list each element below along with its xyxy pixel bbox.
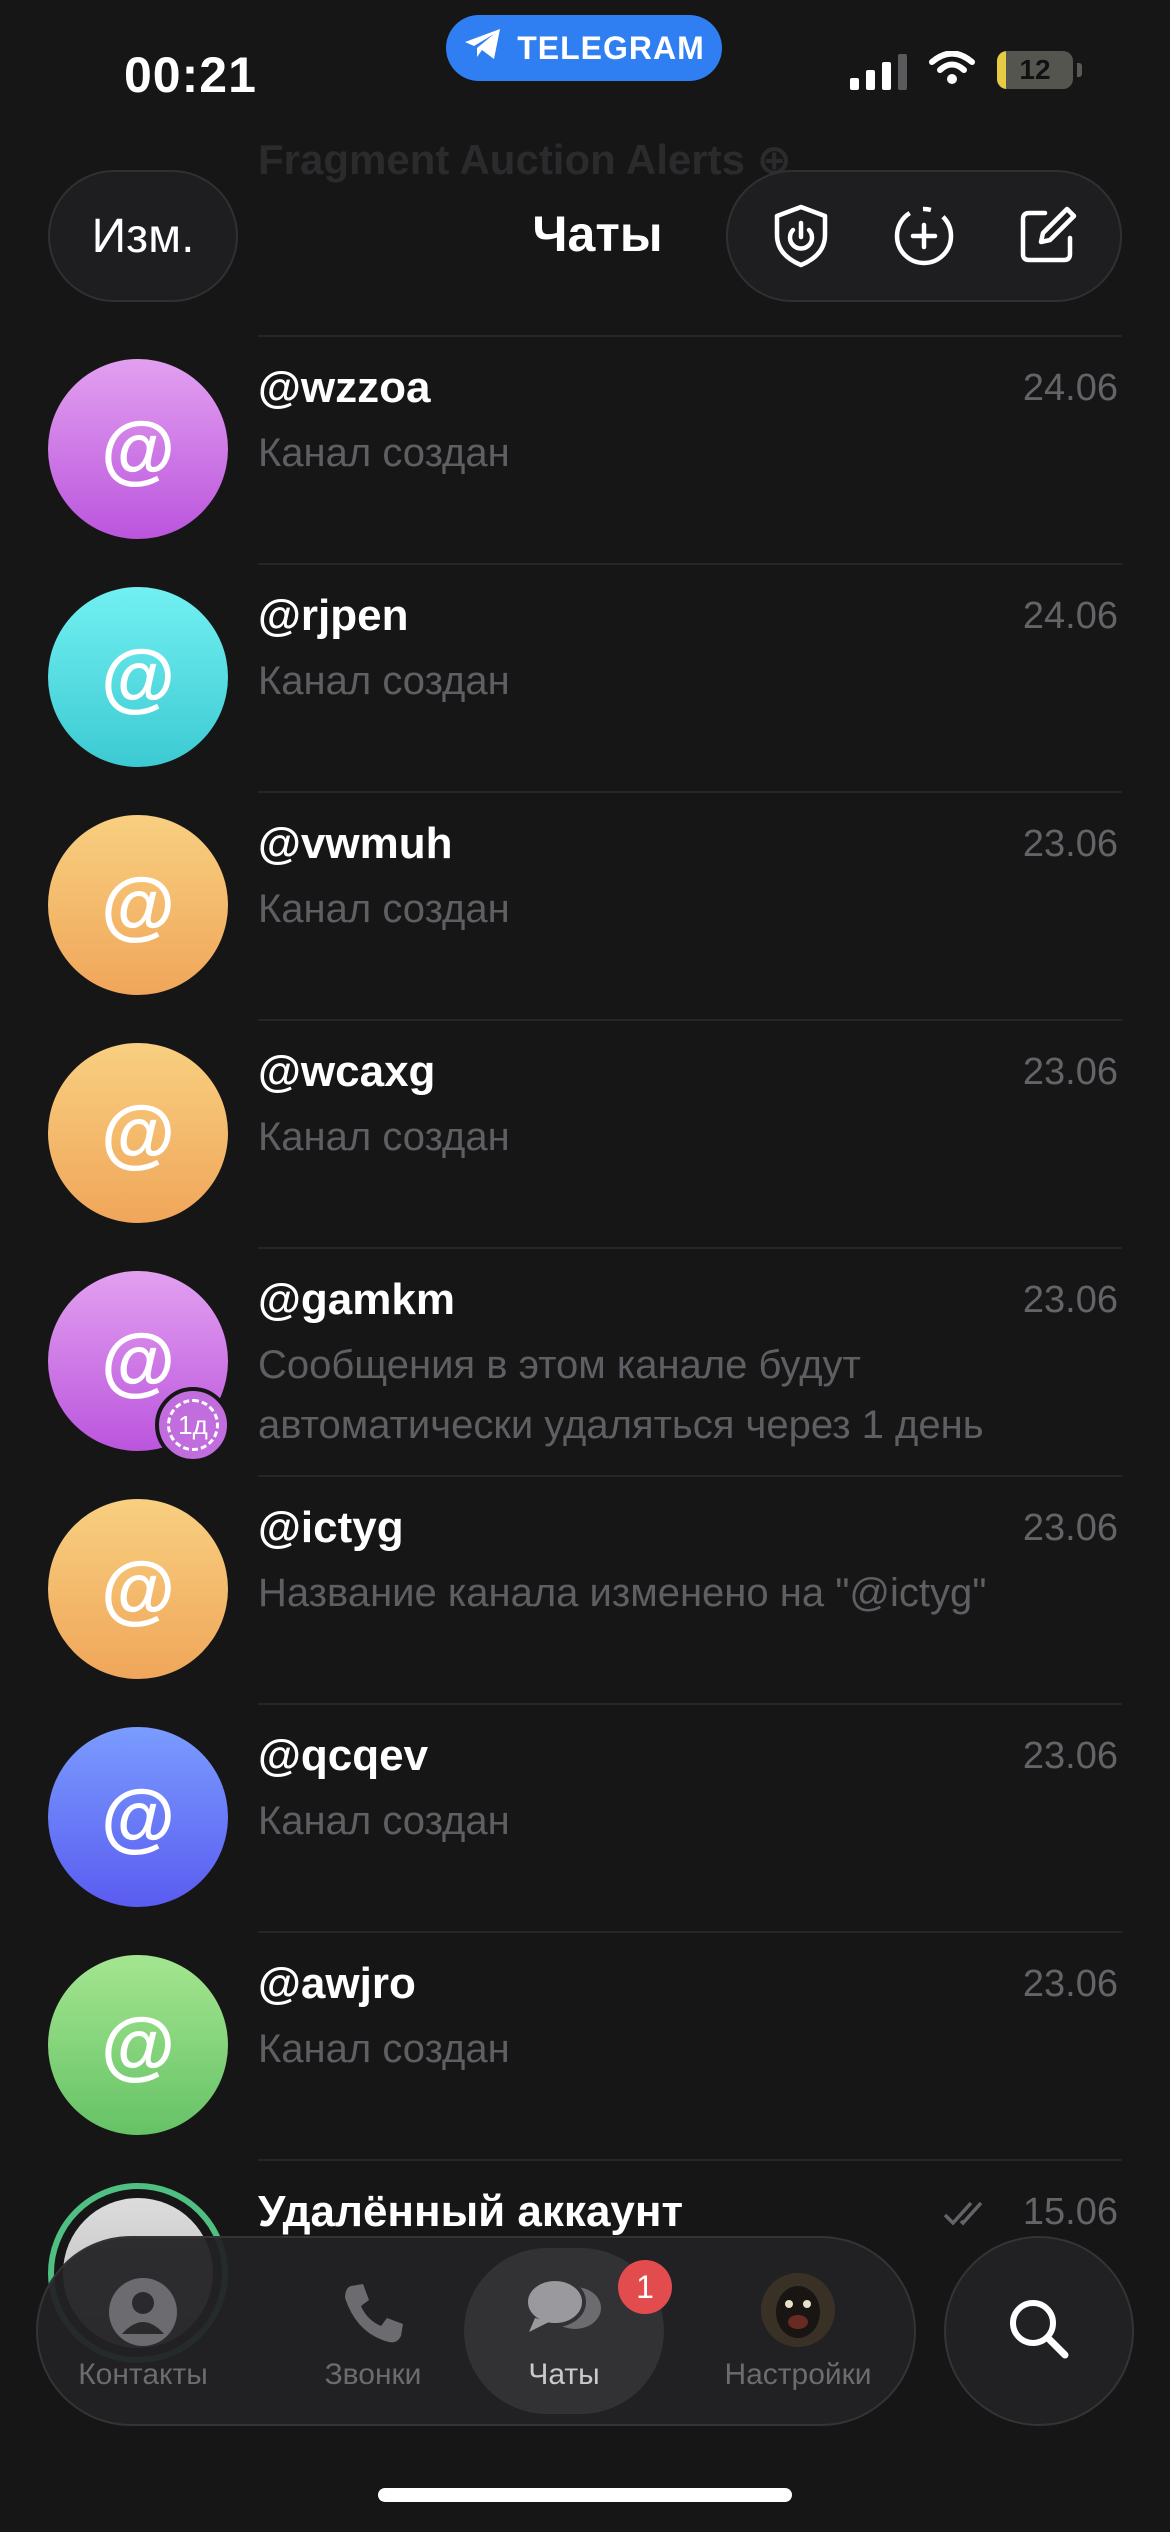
chat-preview: Сообщения в этом канале будут автоматиче… xyxy=(258,1343,984,1447)
chat-row[interactable]: @ @rjpen 24.06 Канал создан xyxy=(0,563,1170,791)
telegram-pill-label: TELEGRAM xyxy=(517,29,705,66)
at-sign-glyph: @ xyxy=(100,1546,176,1632)
at-sign-glyph: @ xyxy=(100,406,176,492)
battery-percent: 12 xyxy=(1019,54,1051,85)
wifi-icon xyxy=(929,50,975,90)
profile-avatar xyxy=(760,2238,836,2348)
chat-preview: Канал создан xyxy=(258,887,510,931)
chat-avatar: @ xyxy=(48,1727,228,1907)
chat-row[interactable]: @ @ictyg 23.06 Название канала изменено на … xyxy=(0,1475,1170,1703)
chat-avatar: @ xyxy=(48,587,228,767)
chat-name: @vwmuh xyxy=(258,819,453,868)
chat-name: @wcaxg xyxy=(258,1047,436,1096)
status-time: 00:21 xyxy=(124,47,257,103)
chat-preview: Канал создан xyxy=(258,1115,510,1159)
timer-label: 1д xyxy=(167,1399,219,1451)
chat-date: 24.06 xyxy=(1022,595,1118,637)
tab-contacts-label: Контакты xyxy=(78,2358,208,2391)
chat-row[interactable]: @ @wzzoa 24.06 Канал создан xyxy=(0,335,1170,563)
chat-row[interactable]: @ @wcaxg 23.06 Канал создан xyxy=(0,1019,1170,1247)
chat-name: @wzzoa xyxy=(258,363,431,412)
at-sign-glyph: @ xyxy=(100,2002,176,2088)
chat-name: Удалённый аккаунт xyxy=(258,2187,684,2236)
chat-row[interactable]: @ @awjro 23.06 Канал создан xyxy=(0,1931,1170,2159)
status-indicators: 12 xyxy=(850,50,1082,90)
chat-avatar: @ xyxy=(48,1043,228,1223)
unread-badge: 1 xyxy=(618,2260,672,2314)
chat-name: @gamkm xyxy=(258,1275,455,1324)
battery-icon: 12 xyxy=(997,51,1073,89)
row-separator xyxy=(258,335,1122,337)
battery-tip xyxy=(1077,63,1082,77)
search-icon xyxy=(1003,2293,1075,2370)
home-indicator xyxy=(378,2488,792,2502)
tab-calls-label: Звонки xyxy=(324,2358,422,2391)
row-separator xyxy=(258,791,1122,793)
at-sign-glyph: @ xyxy=(100,634,176,720)
chats-icon xyxy=(521,2238,607,2348)
chat-list: @ @wzzoa 24.06 Канал создан @ @rjpen 24.06 Кана… xyxy=(0,335,1170,2387)
chat-preview: Канал создан xyxy=(258,1799,510,1843)
tab-calls[interactable]: Звонки xyxy=(278,2238,468,2424)
at-sign-glyph: @ xyxy=(100,1318,176,1404)
chat-preview: Канал создан xyxy=(258,431,510,475)
chat-name: @rjpen xyxy=(258,591,409,640)
double-check-icon xyxy=(943,2199,995,2234)
chat-avatar: @ xyxy=(48,1499,228,1679)
tab-chats-label: Чаты xyxy=(528,2358,600,2391)
proxy-shield-icon[interactable] xyxy=(765,200,837,272)
chat-date: 24.06 xyxy=(1022,367,1118,409)
row-separator xyxy=(258,1247,1122,1249)
tab-settings[interactable]: Настройки xyxy=(678,2238,918,2424)
chat-avatar: @ xyxy=(48,815,228,995)
chat-date: 23.06 xyxy=(1022,823,1118,865)
chat-date: 23.06 xyxy=(1022,1735,1118,1777)
chat-preview: Канал создан xyxy=(258,659,510,703)
tab-contacts[interactable]: Контакты xyxy=(38,2238,248,2424)
chat-name: @qcqev xyxy=(258,1731,429,1780)
chat-avatar: @ xyxy=(48,1955,228,2135)
person-icon xyxy=(107,2238,179,2348)
at-sign-glyph: @ xyxy=(100,1090,176,1176)
chat-row[interactable]: @ @vwmuh 23.06 Канал создан xyxy=(0,791,1170,1019)
tab-settings-label: Настройки xyxy=(724,2358,872,2391)
chat-avatar: @ xyxy=(48,359,228,539)
chat-date: 15.06 xyxy=(1022,2191,1118,2233)
at-sign-glyph: @ xyxy=(100,862,176,948)
chat-row[interactable]: @ @qcqev 23.06 Канал создан xyxy=(0,1703,1170,1931)
at-sign-glyph: @ xyxy=(100,1774,176,1860)
search-button[interactable] xyxy=(944,2236,1134,2426)
phone-icon xyxy=(339,2238,407,2348)
compose-icon[interactable] xyxy=(1011,200,1083,272)
chat-preview: Канал создан xyxy=(258,2027,510,2071)
header-actions xyxy=(726,170,1122,302)
row-separator xyxy=(258,1931,1122,1933)
scrolled-chat-name: Fragment Auction Alerts ⊕ xyxy=(258,136,792,183)
chat-name: @awjro xyxy=(258,1959,416,2008)
row-separator xyxy=(258,1703,1122,1705)
row-separator xyxy=(258,2159,1122,2161)
row-separator xyxy=(258,563,1122,565)
row-separator xyxy=(258,1019,1122,1021)
battery-level xyxy=(997,51,1007,89)
auto-delete-timer-icon: 1д xyxy=(155,1387,231,1463)
chat-date: 23.06 xyxy=(1022,1051,1118,1093)
chat-preview: Название канала изменено на "@ictyg" xyxy=(258,1571,987,1615)
telegram-pill[interactable]: TELEGRAM xyxy=(446,15,722,81)
chat-date: 23.06 xyxy=(1022,1507,1118,1549)
chat-date: 23.06 xyxy=(1022,1963,1118,2005)
new-story-icon[interactable] xyxy=(888,200,960,272)
telegram-plane-icon xyxy=(463,27,503,69)
signal-icon xyxy=(850,50,907,90)
chat-name: @ictyg xyxy=(258,1503,404,1552)
row-separator xyxy=(258,1475,1122,1477)
chat-row[interactable]: @1д @gamkm 23.06 Сообщения в этом канале бу… xyxy=(0,1247,1170,1475)
tab-bar: Контакты Звонки Чаты 1 Настройки xyxy=(36,2236,916,2426)
chat-date: 23.06 xyxy=(1022,1279,1118,1321)
